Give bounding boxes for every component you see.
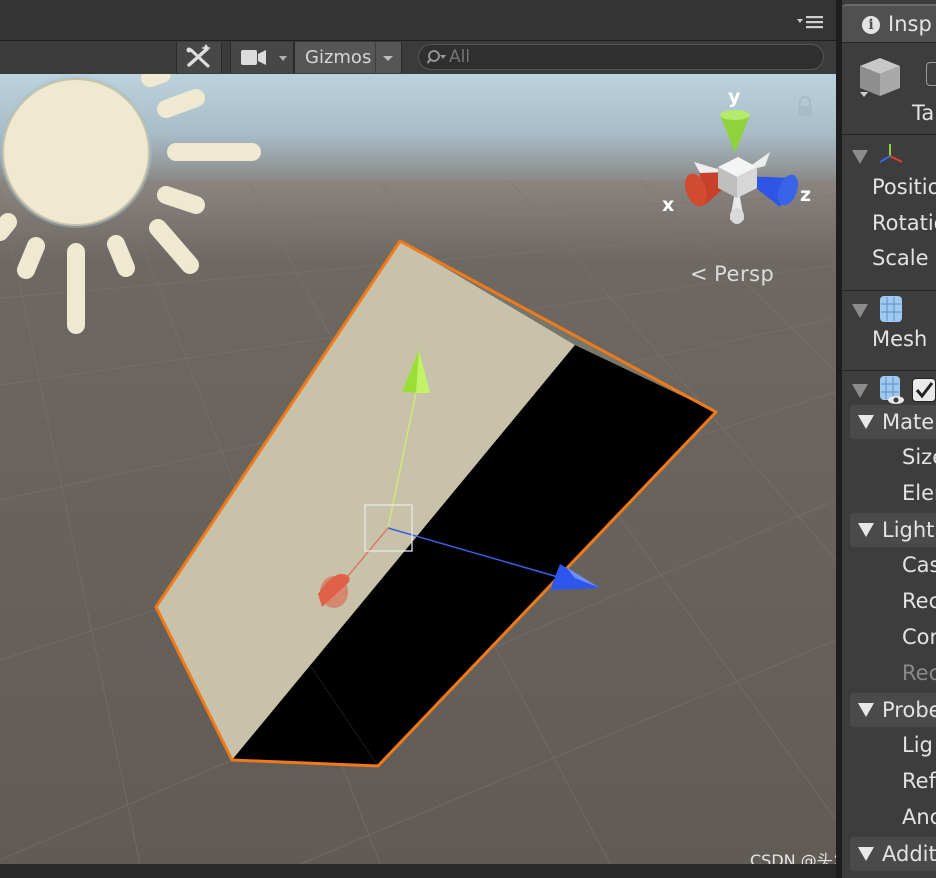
lighting-foldout-arrow [858, 523, 874, 537]
axis-x-label[interactable]: x [662, 194, 674, 216]
separator [842, 42, 936, 43]
mesh-renderer-icon [880, 376, 904, 404]
search-input[interactable] [449, 47, 809, 67]
gameobject-cube-icon [860, 58, 900, 97]
receive-gi-label: Rec [902, 661, 936, 685]
effects-icon [186, 44, 211, 68]
scale-label: Scale [872, 246, 929, 270]
reflection-probes-label: Ref [902, 769, 936, 793]
materials-label: Mater [882, 410, 936, 434]
watermark: CSDN @头发要茂密 [750, 851, 836, 864]
materials-size-label: Size [902, 445, 936, 469]
receive-shadows-label: Rec [902, 589, 936, 613]
anchor-override-label: Anc [902, 805, 936, 829]
scene-toolbar: Gizmos [0, 40, 836, 76]
separator [842, 134, 936, 135]
contribute-gi-label: Cor [902, 625, 936, 649]
tag-label: Ta [912, 101, 935, 125]
transform-icon [879, 144, 903, 163]
scene-view[interactable]: y x z <Persp CSDN @头发要茂密 [0, 74, 836, 864]
light-probes-label: Lig [902, 733, 933, 757]
checkmark-icon [915, 382, 934, 399]
gizmos-label: Gizmos [305, 47, 372, 68]
materials-element-label: Eler [902, 481, 936, 505]
search-icon [427, 50, 446, 64]
mesh-filter-icon [880, 296, 902, 322]
mesh-renderer-foldout-arrow[interactable] [852, 384, 868, 398]
dropdown-arrow-icon [383, 56, 393, 61]
axis-z-label[interactable]: z [800, 184, 811, 206]
inspector-panel: i Insp Ta Positio Rotatio Scale Mesh [842, 0, 936, 878]
gizmos-dropdown-arrow[interactable] [375, 42, 400, 73]
inspector-tab[interactable]: i Insp [842, 4, 936, 42]
effects-toggle[interactable] [176, 42, 222, 73]
view-mode-label: Persp [714, 262, 775, 286]
cast-shadows-label: Cas [902, 553, 936, 577]
materials-foldout-arrow [858, 415, 874, 429]
axis-y-label[interactable]: y [728, 86, 740, 108]
chevron-left-icon: < [690, 262, 709, 286]
separator [842, 370, 936, 371]
camera-icon [241, 50, 287, 65]
gizmos-dropdown[interactable]: Gizmos [294, 42, 402, 73]
mesh-label: Mesh [872, 327, 928, 351]
lighting-label: Light [882, 518, 935, 542]
active-checkbox[interactable] [926, 62, 936, 86]
probes-label: Probe [882, 698, 936, 722]
camera-settings-dropdown[interactable] [230, 42, 294, 73]
inspector-tab-label: Insp [888, 12, 932, 36]
scene-bottom-bar [0, 864, 836, 878]
separator [842, 290, 936, 291]
perspective-toggle[interactable]: < Persp [690, 262, 774, 286]
scene-tab-strip [0, 0, 836, 40]
panel-menu-icon[interactable] [797, 14, 825, 30]
rotation-label: Rotatio [872, 211, 936, 235]
additional-settings-foldout-arrow [858, 847, 874, 861]
info-icon: i [862, 16, 880, 34]
position-label: Positio [872, 175, 936, 199]
mesh-filter-foldout-arrow[interactable] [852, 304, 868, 318]
additional-settings-label: Addit [882, 842, 936, 866]
probes-foldout-arrow [858, 703, 874, 717]
transform-foldout-arrow[interactable] [852, 150, 868, 164]
hierarchy-search[interactable] [418, 44, 824, 70]
mesh-renderer-enabled-checkbox[interactable] [912, 378, 936, 402]
